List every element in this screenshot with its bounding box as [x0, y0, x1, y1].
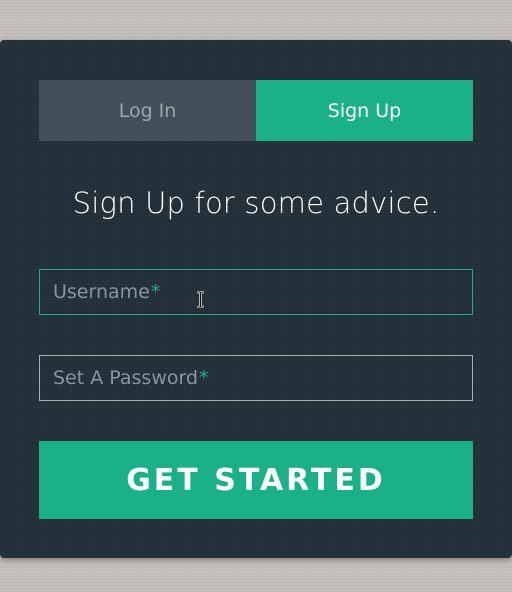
- password-required-mark: *: [199, 367, 209, 389]
- tab-login-label: Log In: [118, 99, 177, 122]
- username-field[interactable]: Username*: [39, 269, 473, 315]
- password-field[interactable]: Set A Password*: [39, 355, 473, 401]
- tab-signup[interactable]: Sign Up: [256, 80, 473, 141]
- get-started-label: GET STARTED: [126, 462, 386, 498]
- text-cursor-icon: [197, 291, 204, 308]
- tab-group: Log In Sign Up: [39, 80, 473, 141]
- tab-signup-label: Sign Up: [327, 99, 402, 122]
- username-required-mark: *: [150, 281, 161, 303]
- password-label: Set A Password*: [53, 356, 209, 400]
- tab-login[interactable]: Log In: [39, 80, 256, 141]
- username-label-text: Username: [53, 281, 150, 303]
- signup-form-panel: Log In Sign Up Sign Up for some advice. …: [0, 40, 512, 558]
- get-started-button[interactable]: GET STARTED: [39, 441, 473, 519]
- password-label-text: Set A Password: [53, 367, 199, 389]
- username-label: Username*: [53, 270, 160, 314]
- form-heading: Sign Up for some advice.: [72, 186, 440, 220]
